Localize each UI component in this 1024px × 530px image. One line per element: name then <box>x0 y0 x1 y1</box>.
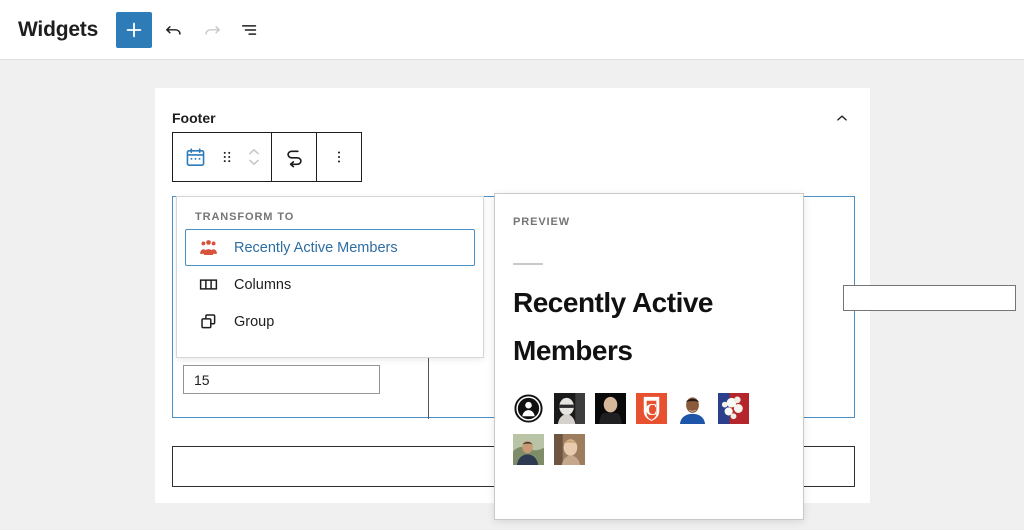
chevron-up-icon <box>833 109 851 127</box>
members-group-icon <box>196 236 220 260</box>
number-of-members-input[interactable]: 15 <box>183 365 380 394</box>
redo-icon <box>201 19 223 41</box>
add-block-button[interactable] <box>116 12 152 48</box>
list-view-icon <box>239 19 261 41</box>
list-view-button[interactable] <box>232 12 268 48</box>
svg-text:C: C <box>646 400 658 419</box>
transform-preview-panel: PREVIEW Recently Active Members <box>494 193 804 520</box>
block-type-button[interactable] <box>177 134 213 180</box>
undo-icon <box>163 19 185 41</box>
transform-arrow-icon <box>283 146 306 169</box>
preview-avatar-list: C <box>513 393 763 465</box>
vertical-dots-icon <box>330 148 348 166</box>
avatar-person-warm <box>554 434 585 465</box>
preview-label: PREVIEW <box>513 216 785 228</box>
transform-button[interactable] <box>276 134 312 180</box>
avatar-default-user <box>513 393 544 424</box>
move-up-down-button[interactable] <box>241 134 267 180</box>
top-toolbar: Widgets <box>0 0 1024 60</box>
group-icon <box>196 310 220 334</box>
avatar-person-outdoor <box>513 434 544 465</box>
transform-option-label: Columns <box>234 277 291 293</box>
more-options-button[interactable] <box>321 134 357 180</box>
avatar-person-blue-shirt <box>677 393 708 424</box>
panel-title: Footer <box>172 110 216 126</box>
transform-option-recently-active-members[interactable]: Recently Active Members <box>185 229 475 266</box>
transform-option-columns[interactable]: Columns <box>185 266 475 303</box>
avatar-person-glasses <box>554 393 585 424</box>
chevron-up-down-icon <box>244 142 264 172</box>
transform-option-label: Recently Active Members <box>234 240 398 256</box>
transform-option-group[interactable]: Group <box>185 303 475 340</box>
columns-icon <box>196 273 220 297</box>
calendar-icon <box>184 146 207 169</box>
avatar-c-logo: C <box>636 393 667 424</box>
avatar-flowers <box>718 393 749 424</box>
preview-divider <box>513 263 543 265</box>
widget-text-input[interactable] <box>843 285 1016 311</box>
plus-icon <box>123 19 145 41</box>
block-toolbar-group-options <box>316 133 361 181</box>
transform-menu-label: TRANSFORM TO <box>185 211 475 229</box>
block-toolbar-group-transform <box>271 133 316 181</box>
undo-button[interactable] <box>156 12 192 48</box>
drag-dots-icon <box>218 148 236 166</box>
avatar-person-dark <box>595 393 626 424</box>
transform-to-menu: TRANSFORM TO Recently Active Members Col… <box>176 196 484 358</box>
block-toolbar-group-primary <box>173 133 271 181</box>
panel-collapse-button[interactable] <box>830 106 854 130</box>
block-toolbar <box>172 132 362 182</box>
preview-widget-heading: Recently Active Members <box>513 279 733 375</box>
page-title: Widgets <box>18 18 98 42</box>
footer-panel-header: Footer <box>172 105 854 131</box>
drag-handle[interactable] <box>213 134 241 180</box>
transform-option-label: Group <box>234 314 274 330</box>
redo-button[interactable] <box>194 12 230 48</box>
